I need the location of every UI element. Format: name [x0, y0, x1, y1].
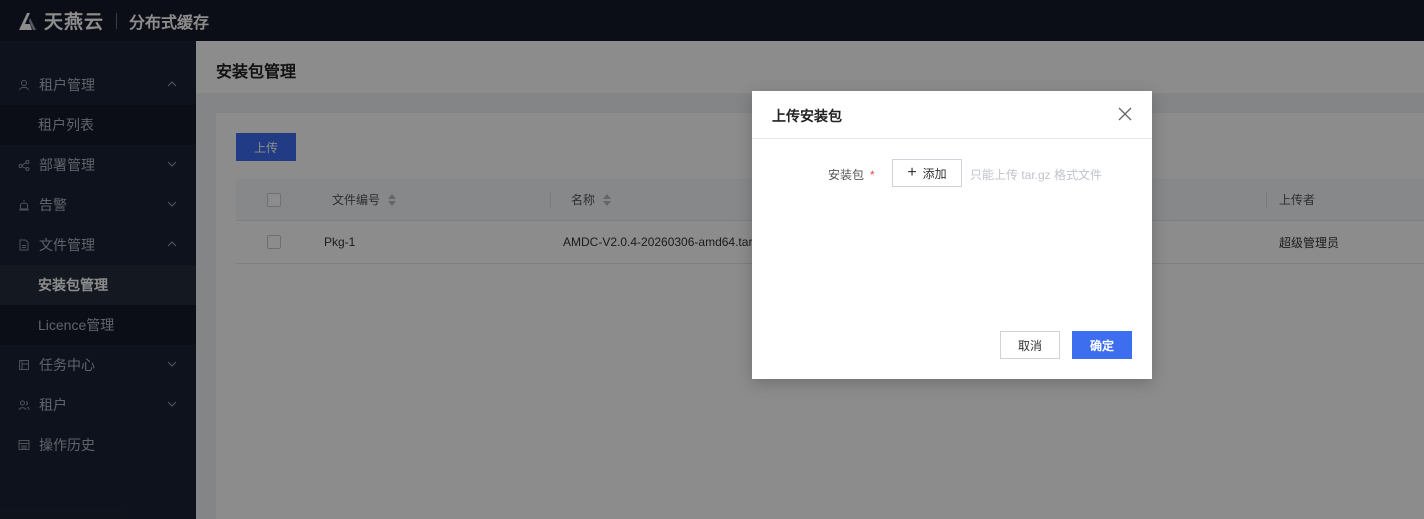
confirm-button[interactable]: 确定 [1072, 331, 1132, 359]
add-file-button[interactable]: + 添加 [892, 159, 962, 187]
upload-package-dialog: 上传安装包 安装包 * + 添加 只能上传 tar.gz 格式文件 取消 确定 [752, 91, 1152, 379]
modal-overlay[interactable] [0, 0, 1424, 519]
plus-icon: + [907, 164, 917, 181]
package-field-label-text: 安装包 [828, 168, 865, 182]
required-mark: * [870, 168, 875, 182]
close-icon[interactable] [1118, 107, 1132, 121]
dialog-header: 上传安装包 [752, 91, 1152, 139]
add-file-label: 添加 [922, 166, 947, 181]
upload-hint: 只能上传 tar.gz 格式文件 [970, 168, 1103, 182]
dialog-title: 上传安装包 [772, 108, 842, 124]
cancel-button[interactable]: 取消 [1000, 331, 1060, 359]
package-field-label: 安装包 * [828, 166, 875, 183]
